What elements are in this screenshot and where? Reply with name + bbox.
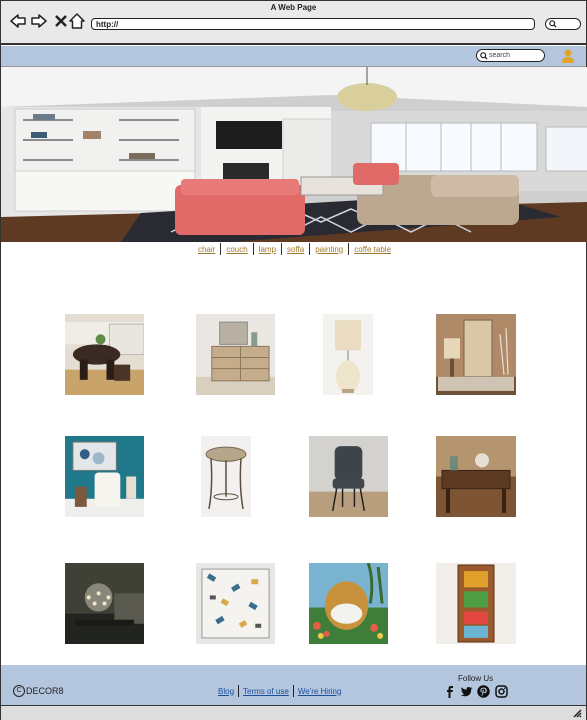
close-icon[interactable] — [53, 13, 69, 29]
browser-window: A Web Page http:// search chair couch la… — [0, 0, 587, 720]
product-tile-colorful-panel[interactable] — [436, 563, 516, 644]
window-title: A Web Page — [270, 3, 317, 12]
product-tile-sectional[interactable] — [65, 314, 144, 395]
product-tile-chandelier[interactable] — [65, 563, 144, 644]
instagram-icon[interactable] — [495, 685, 508, 698]
home-icon[interactable] — [69, 13, 85, 29]
browser-search-field[interactable] — [545, 18, 581, 30]
footer-link-hiring[interactable]: We're Hiring — [294, 687, 346, 696]
search-icon — [549, 20, 557, 28]
category-link-soffa[interactable]: soffa — [282, 245, 309, 254]
product-tile-lamp[interactable] — [323, 314, 373, 395]
user-icon[interactable] — [562, 49, 574, 63]
product-tile-accent-chair[interactable] — [65, 436, 144, 517]
footer-link-blog[interactable]: Blog — [214, 687, 238, 696]
category-nav: chair couch lamp soffa painting coffe ta… — [1, 242, 587, 256]
product-tile-dining-chair[interactable] — [309, 436, 388, 517]
facebook-icon[interactable] — [443, 685, 456, 698]
browser-toolbar: A Web Page http:// — [1, 1, 586, 45]
category-link-lamp[interactable]: lamp — [254, 245, 281, 254]
follow-us-label: Follow Us — [458, 674, 494, 683]
brand-logo[interactable]: C DECOR8 — [13, 685, 64, 697]
footer-link-terms[interactable]: Terms of use — [239, 687, 293, 696]
category-link-painting[interactable]: painting — [310, 245, 348, 254]
product-tile-side-table[interactable] — [201, 436, 251, 517]
forward-icon[interactable] — [31, 13, 47, 29]
hero-image — [1, 67, 587, 242]
search-icon — [480, 52, 488, 60]
site-header — [1, 46, 586, 67]
resize-grip-icon[interactable] — [572, 708, 582, 718]
category-link-chair[interactable]: chair — [193, 245, 220, 254]
product-tile-hanging-chair[interactable] — [309, 563, 388, 644]
footer-links: Blog Terms of use We're Hiring — [214, 685, 345, 697]
product-tile-wall-art[interactable] — [436, 314, 516, 395]
category-link-couch[interactable]: couch — [221, 245, 252, 254]
site-footer: C DECOR8 Blog Terms of use We're Hiring … — [1, 665, 586, 705]
address-bar[interactable]: http:// — [91, 18, 535, 30]
search-input[interactable] — [489, 50, 541, 60]
brand-name: DECOR8 — [26, 686, 64, 696]
product-tile-dresser[interactable] — [196, 314, 275, 395]
product-tile-abstract-painting[interactable] — [196, 563, 275, 644]
browser-status-bar — [1, 705, 586, 720]
site-search[interactable] — [476, 49, 545, 62]
category-link-coffee-table[interactable]: coffe table — [349, 245, 396, 254]
copyright-symbol: C — [13, 685, 25, 697]
pinterest-icon[interactable] — [477, 685, 490, 698]
product-tile-console-table[interactable] — [436, 436, 516, 517]
twitter-icon[interactable] — [460, 685, 473, 698]
back-icon[interactable] — [10, 13, 26, 29]
